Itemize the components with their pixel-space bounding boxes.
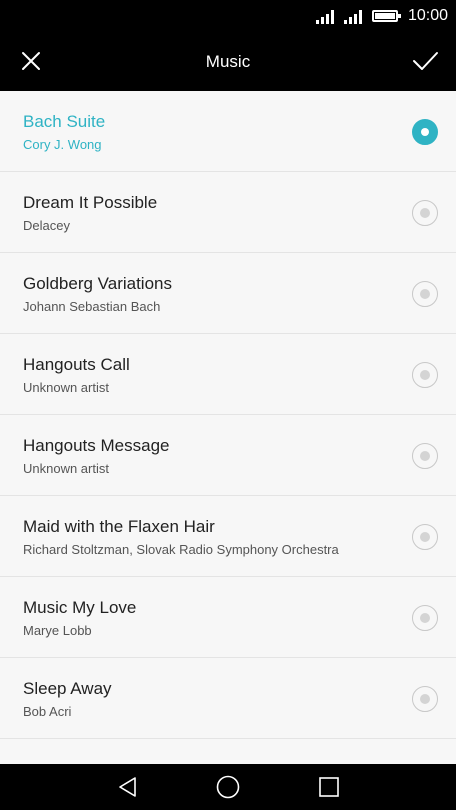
song-title: Bach Suite	[23, 112, 106, 131]
song-artist: Bob Acri	[23, 704, 72, 719]
check-icon	[413, 52, 438, 70]
home-circle-icon	[216, 775, 240, 799]
song-title: Maid with the Flaxen Hair	[23, 517, 215, 536]
recent-square-icon	[319, 777, 339, 797]
radio-button[interactable]	[412, 362, 438, 388]
navigation-bar	[0, 764, 456, 810]
back-button[interactable]	[116, 775, 140, 799]
song-row[interactable]: Sleep Away Bob Acri	[0, 658, 456, 739]
song-row[interactable]: Hangouts Message Unknown artist	[0, 415, 456, 496]
song-artist: Unknown artist	[23, 380, 109, 395]
song-artist: Delacey	[23, 218, 70, 233]
recent-apps-button[interactable]	[317, 775, 341, 799]
signal-icon	[315, 8, 334, 24]
song-row[interactable]: Goldberg Variations Johann Sebastian Bac…	[0, 253, 456, 334]
song-title: Music My Love	[23, 598, 137, 617]
radio-button[interactable]	[412, 200, 438, 226]
song-title: Goldberg Variations	[23, 274, 172, 293]
status-time: 10:00	[407, 7, 448, 24]
battery-icon	[371, 10, 401, 22]
song-row[interactable]: Hangouts Call Unknown artist	[0, 334, 456, 415]
song-row[interactable]: Music My Love Marye Lobb	[0, 577, 456, 658]
radio-button[interactable]	[412, 443, 438, 469]
song-row[interactable]: Dream It Possible Delacey	[0, 172, 456, 253]
radio-button[interactable]	[412, 281, 438, 307]
radio-button[interactable]	[412, 605, 438, 631]
status-bar: 10:00	[0, 0, 456, 32]
song-title: Hangouts Message	[23, 436, 170, 455]
signal-icon	[343, 8, 362, 24]
radio-button[interactable]	[412, 524, 438, 550]
song-artist: Richard Stoltzman, Slovak Radio Symphony…	[23, 542, 339, 557]
app-bar: Music	[0, 32, 456, 91]
song-list: Bach Suite Cory J. Wong Dream It Possibl…	[0, 91, 456, 739]
song-artist: Unknown artist	[23, 461, 109, 476]
radio-button[interactable]	[412, 119, 438, 145]
home-button[interactable]	[216, 775, 240, 799]
song-title: Hangouts Call	[23, 355, 130, 374]
song-row[interactable]: Maid with the Flaxen Hair Richard Stoltz…	[0, 496, 456, 577]
radio-button[interactable]	[412, 686, 438, 712]
page-title: Music	[205, 52, 251, 71]
back-triangle-icon	[119, 777, 136, 797]
song-row[interactable]: Bach Suite Cory J. Wong	[0, 91, 456, 172]
song-artist: Johann Sebastian Bach	[23, 299, 161, 314]
confirm-button[interactable]	[410, 46, 440, 76]
song-artist: Marye Lobb	[23, 623, 92, 638]
song-title: Sleep Away	[23, 679, 112, 698]
song-artist: Cory J. Wong	[23, 137, 102, 152]
song-title: Dream It Possible	[23, 193, 158, 212]
